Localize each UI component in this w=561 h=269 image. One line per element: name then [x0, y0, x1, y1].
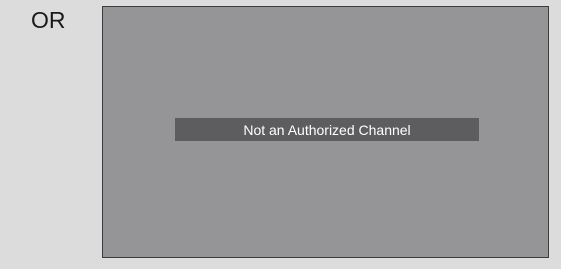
message-banner: Not an Authorized Channel	[175, 118, 479, 141]
or-label: OR	[31, 7, 66, 33]
tv-screen: Not an Authorized Channel	[102, 6, 549, 258]
illustration-panel: OR Not an Authorized Channel	[0, 0, 561, 269]
unauthorized-channel-message: Not an Authorized Channel	[243, 121, 411, 138]
